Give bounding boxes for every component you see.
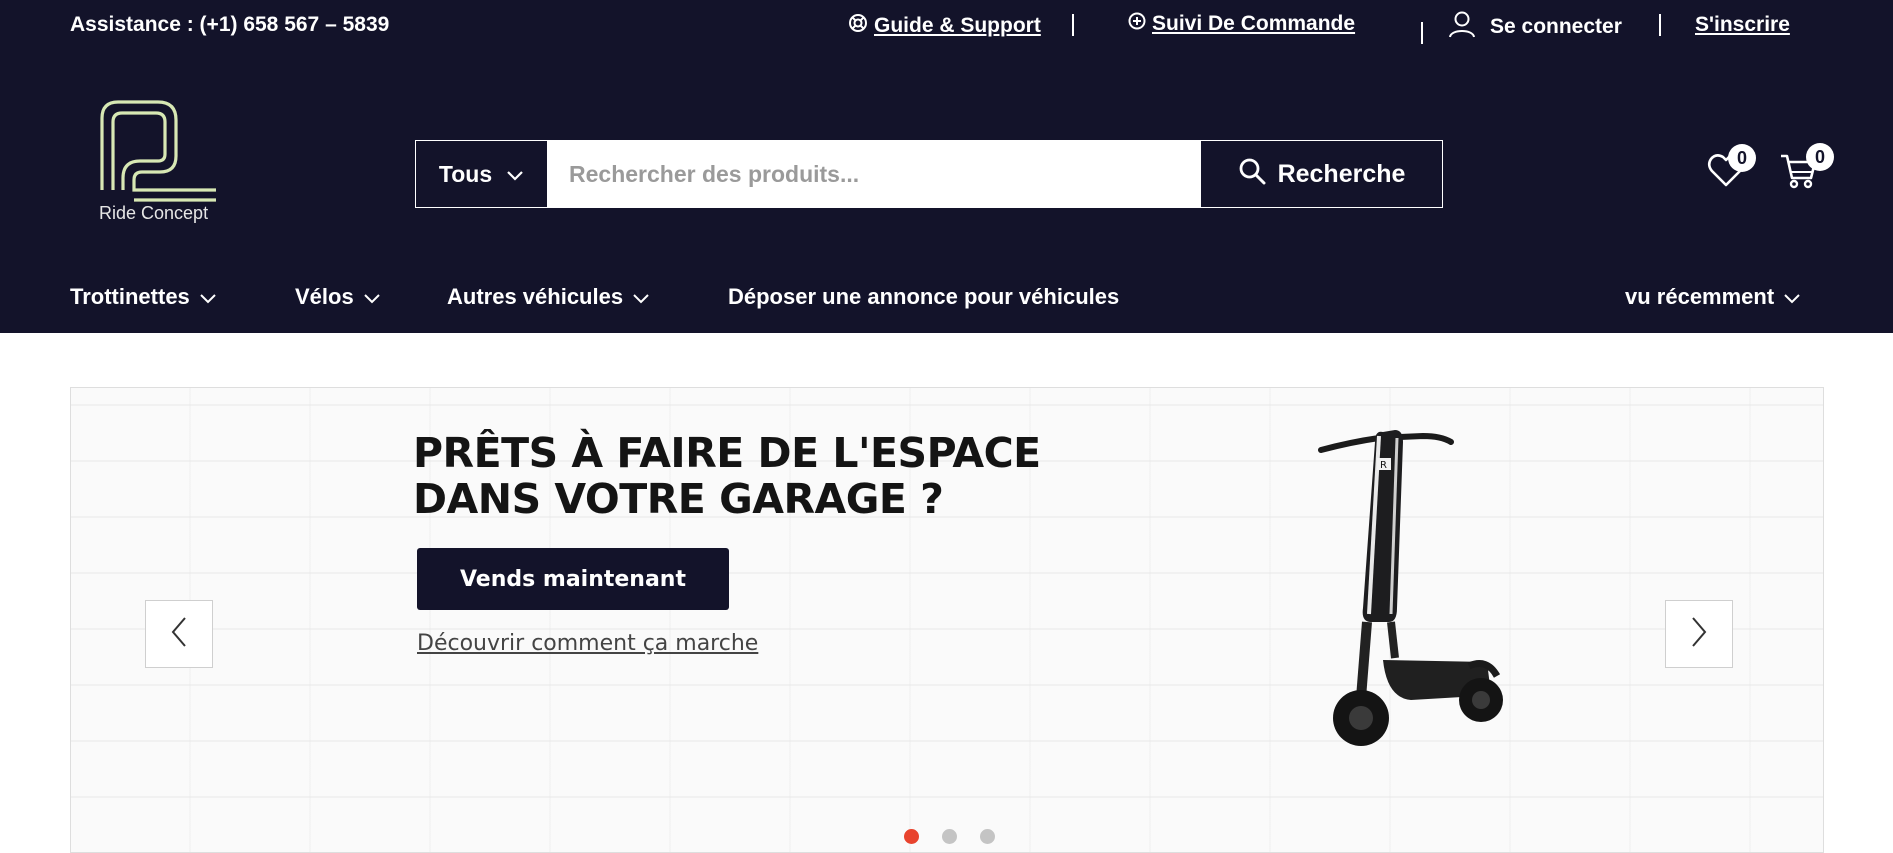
cart-button[interactable]: 0 xyxy=(1778,143,1834,194)
carousel-dot[interactable] xyxy=(942,829,957,844)
chevron-down-icon xyxy=(633,284,649,310)
login-label: Se connecter xyxy=(1490,15,1622,38)
carousel-dot[interactable] xyxy=(980,829,995,844)
logo-wordmark: Ride Concept xyxy=(99,203,209,223)
divider xyxy=(1072,14,1074,36)
search-button[interactable]: Recherche xyxy=(1201,141,1442,207)
signup-link[interactable]: S'inscrire xyxy=(1695,13,1790,37)
search-button-label: Recherche xyxy=(1277,159,1406,188)
nav-item-velos[interactable]: Vélos xyxy=(295,284,380,310)
hero-title-line: PRÊTS À FAIRE DE L'ESPACE xyxy=(413,429,1041,477)
arrow-left-icon xyxy=(169,616,189,653)
scooter-image: R xyxy=(1318,430,1503,746)
site-header: Assistance : (+1) 658 567 – 5839 Guide &… xyxy=(0,0,1893,333)
assistance-phone: Assistance : (+1) 658 567 – 5839 xyxy=(70,13,390,36)
nav-item-autres-vehicules[interactable]: Autres véhicules xyxy=(447,284,649,310)
search-bar: Tous Recherche xyxy=(415,140,1443,208)
search-category-label: Tous xyxy=(438,160,493,187)
support-icon xyxy=(848,13,868,39)
svg-text:R: R xyxy=(1380,460,1387,471)
search-icon xyxy=(1238,157,1266,192)
how-it-works-link[interactable]: Découvrir comment ça marche xyxy=(417,631,758,656)
cart-icon xyxy=(1778,154,1818,194)
nav-label: Vélos xyxy=(295,284,354,309)
hero-title: PRÊTS À FAIRE DE L'ESPACE DANS VOTRE GAR… xyxy=(413,430,1053,522)
divider xyxy=(1421,22,1423,44)
chevron-down-icon xyxy=(200,284,216,310)
divider xyxy=(1659,14,1661,36)
carousel-prev-button[interactable] xyxy=(145,600,213,668)
chevron-down-icon xyxy=(506,161,524,188)
carousel-next-button[interactable] xyxy=(1665,600,1733,668)
nav-label: Trottinettes xyxy=(70,284,190,309)
cart-count-badge: 0 xyxy=(1806,143,1834,171)
carousel-dot[interactable] xyxy=(904,829,919,844)
heart-icon xyxy=(1706,154,1746,194)
hero-carousel: PRÊTS À FAIRE DE L'ESPACE DANS VOTRE GAR… xyxy=(70,387,1824,853)
order-tracking-label: Suivi De Commande xyxy=(1152,12,1356,35)
chevron-down-icon xyxy=(1784,284,1800,310)
hero-title-line: DANS VOTRE GARAGE ? xyxy=(413,475,944,523)
wishlist-count-badge: 0 xyxy=(1728,144,1756,172)
guide-support-label: Guide & Support xyxy=(874,14,1041,37)
tracking-icon xyxy=(1128,12,1146,36)
recently-viewed-label: vu récemment xyxy=(1625,284,1775,309)
nav-item-trottinettes[interactable]: Trottinettes xyxy=(70,284,216,310)
search-category-select[interactable]: Tous xyxy=(416,141,547,207)
arrow-right-icon xyxy=(1689,616,1709,653)
order-tracking-link[interactable]: Suivi De Commande xyxy=(1128,12,1355,36)
guide-support-link[interactable]: Guide & Support xyxy=(848,13,1041,39)
recently-viewed-dropdown[interactable]: vu récemment xyxy=(1625,284,1800,310)
user-icon xyxy=(1448,10,1476,44)
nav-item-deposer-annonce[interactable]: Déposer une annonce pour véhicules xyxy=(728,284,1119,310)
login-link[interactable]: Se connecter xyxy=(1448,10,1622,44)
search-input[interactable] xyxy=(547,141,1201,207)
sell-now-button[interactable]: Vends maintenant xyxy=(417,548,729,610)
wishlist-button[interactable]: 0 xyxy=(1706,144,1756,194)
nav-label: Autres véhicules xyxy=(447,284,624,309)
nav-label: Déposer une annonce pour véhicules xyxy=(728,284,1120,309)
chevron-down-icon xyxy=(363,284,380,310)
